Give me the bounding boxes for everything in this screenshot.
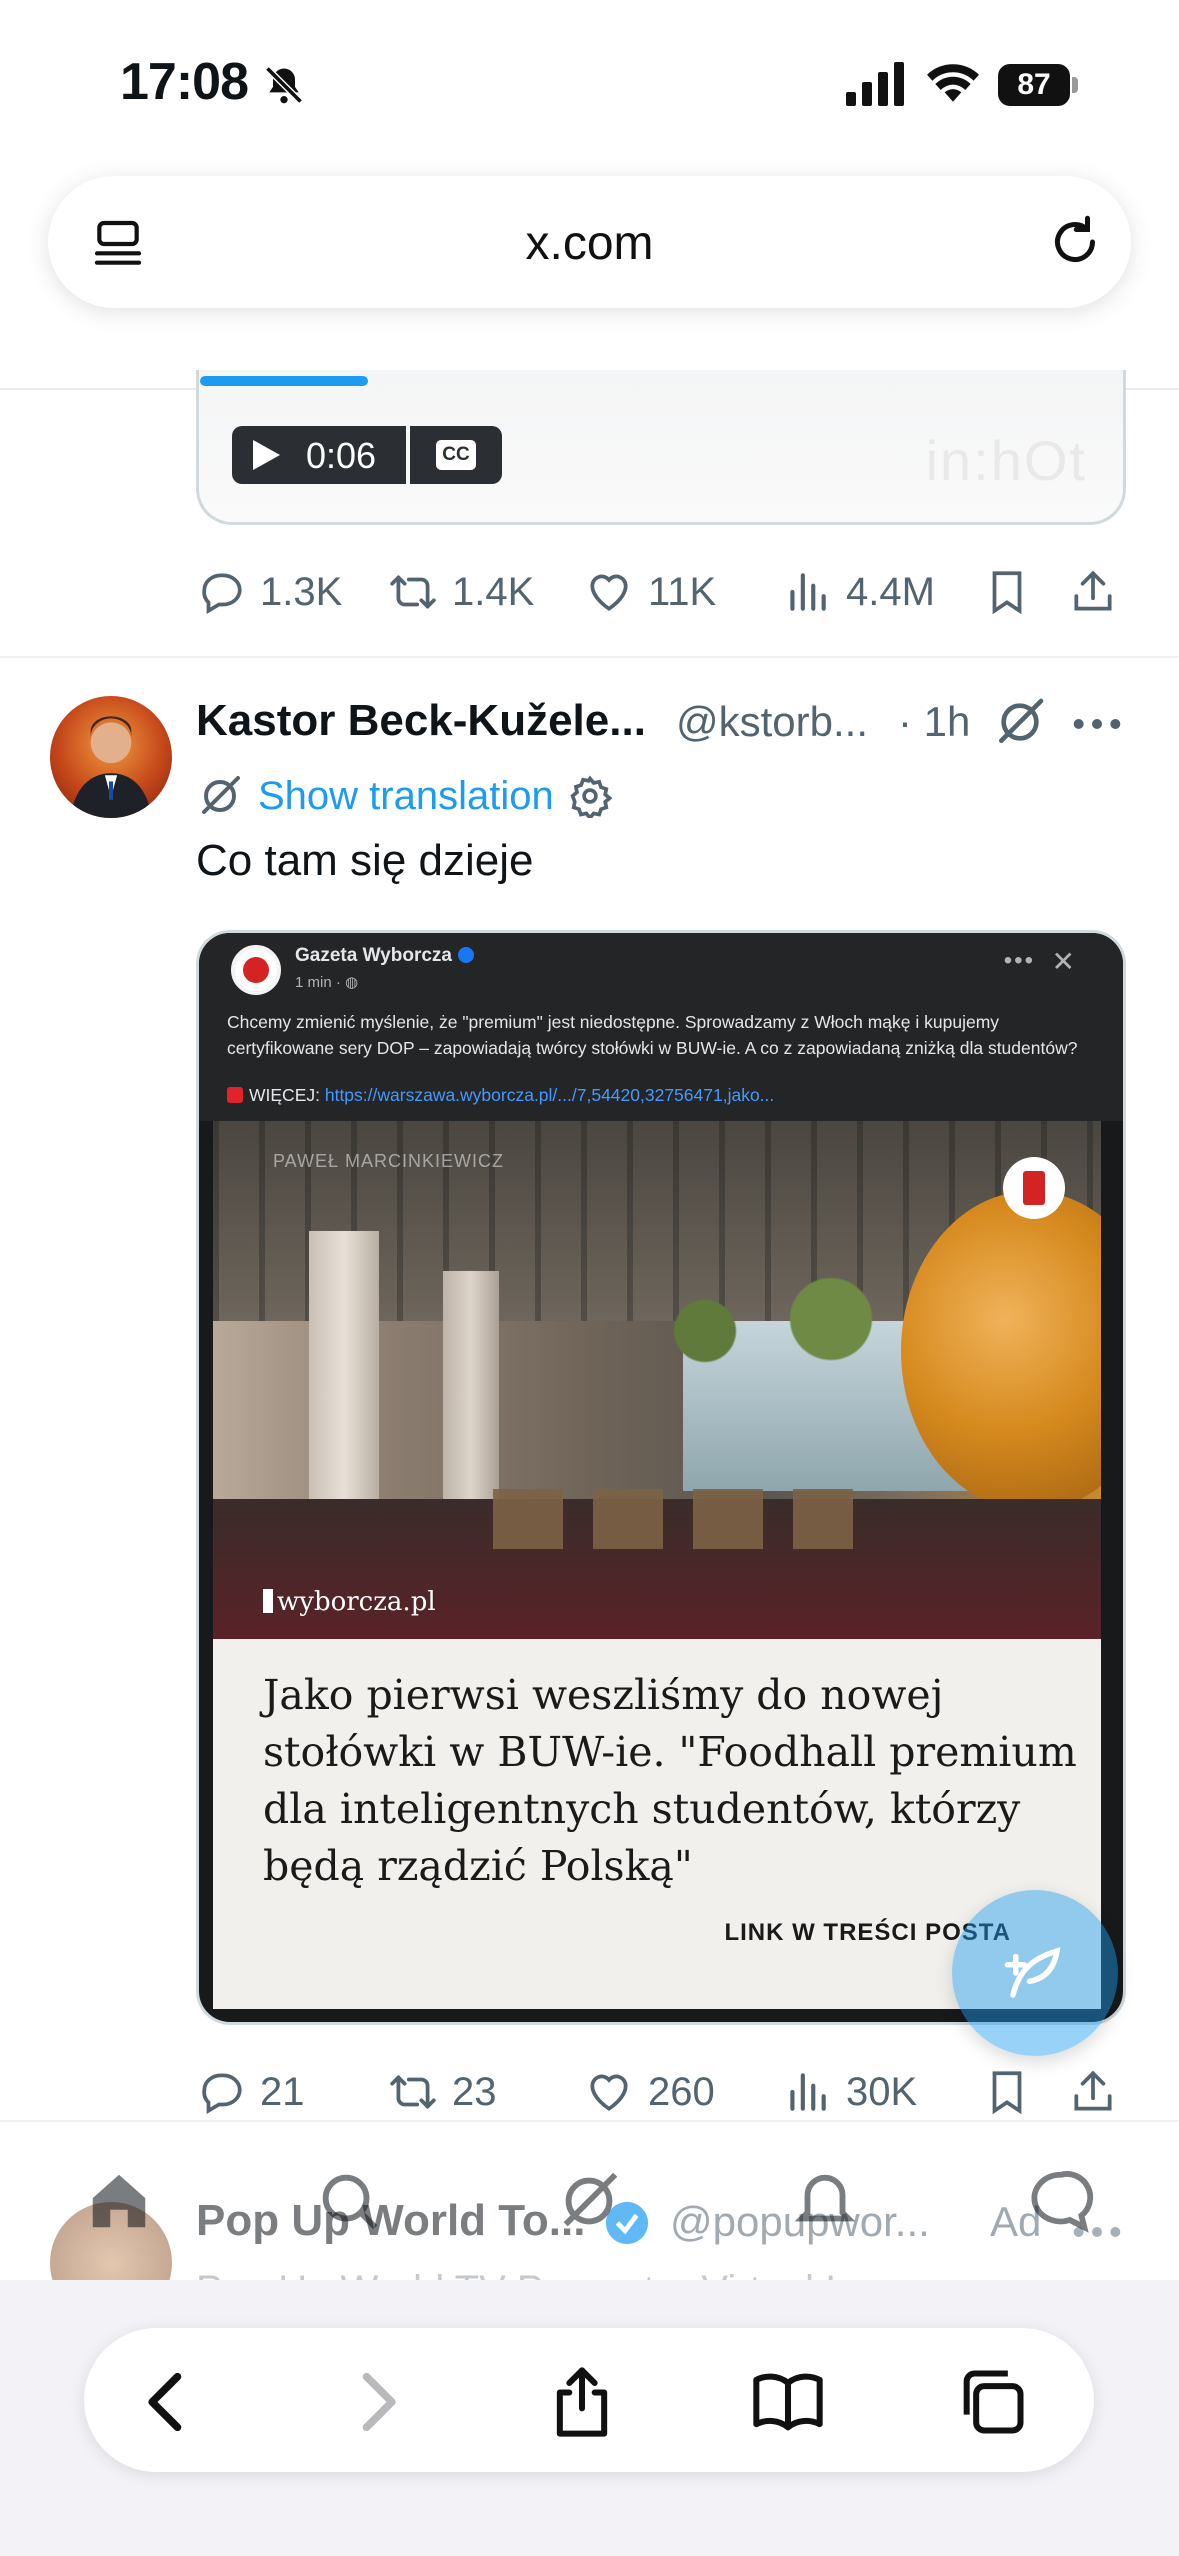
avatar-image bbox=[70, 716, 152, 818]
repost-button[interactable]: 1.4K bbox=[388, 562, 534, 622]
grok-icon[interactable] bbox=[992, 694, 1048, 750]
play-icon bbox=[253, 440, 280, 470]
repost-button[interactable]: 23 bbox=[388, 2062, 497, 2122]
tweet-divider bbox=[0, 2120, 1179, 2122]
reply-icon bbox=[202, 2073, 242, 2115]
bell-off-icon bbox=[265, 66, 303, 104]
reply-count: 21 bbox=[260, 2069, 305, 2114]
safari-toolbar bbox=[0, 2280, 1179, 2556]
gear-icon[interactable] bbox=[568, 774, 612, 818]
bookmark-button[interactable] bbox=[982, 562, 1032, 622]
like-button[interactable]: 260 bbox=[584, 2062, 715, 2122]
embed-link: https://warszawa.wyborcza.pl/.../7,54420… bbox=[324, 1085, 775, 1105]
repost-count: 23 bbox=[452, 2069, 497, 2114]
tweet-actions: 21 23 260 30K bbox=[196, 2062, 1136, 2122]
battery-icon: 87 bbox=[998, 64, 1078, 106]
status-bar: 17:08 87 bbox=[0, 0, 1179, 160]
views-icon bbox=[790, 2073, 826, 2111]
messages-icon[interactable] bbox=[1026, 2166, 1096, 2236]
author-avatar[interactable] bbox=[50, 696, 172, 818]
photo-credit: PAWEŁ MARCINKIEWICZ bbox=[273, 1151, 505, 1171]
show-translation-link[interactable]: Show translation bbox=[258, 774, 554, 819]
tweet-time[interactable]: · 1h bbox=[898, 698, 970, 746]
compose-button[interactable] bbox=[952, 1890, 1118, 2056]
wifi-icon bbox=[927, 64, 979, 102]
video-progress-bar[interactable] bbox=[200, 376, 368, 386]
status-time: 17:08 bbox=[120, 53, 249, 111]
tweet-media[interactable]: Gazeta Wyborcza 1 min · ◍ ••• ✕ Chcemy z… bbox=[196, 930, 1126, 2025]
home-icon[interactable] bbox=[84, 2166, 154, 2236]
repost-count: 1.4K bbox=[452, 569, 535, 614]
views-icon bbox=[790, 573, 826, 611]
reply-button[interactable]: 21 bbox=[196, 2062, 305, 2122]
embed-more-icon: ••• bbox=[1003, 947, 1035, 974]
bookmark-icon bbox=[992, 571, 1022, 615]
tweet-divider bbox=[0, 656, 1179, 658]
compose-icon bbox=[1004, 1947, 1061, 1998]
author-name[interactable]: Kastor Beck-Kužele... bbox=[196, 696, 646, 746]
views-button[interactable]: 30K bbox=[782, 2062, 917, 2122]
battery-level: 87 bbox=[998, 64, 1070, 106]
x-tab-bar bbox=[0, 2160, 1179, 2260]
share-icon bbox=[1074, 2070, 1112, 2111]
battery-tip bbox=[1072, 77, 1078, 93]
share-button[interactable] bbox=[1068, 562, 1118, 622]
signal-icon bbox=[846, 62, 904, 106]
author-handle[interactable]: @kstorb... bbox=[676, 698, 868, 746]
video-time: 0:06 bbox=[306, 435, 377, 476]
verified-icon bbox=[457, 947, 474, 963]
embed-body: Chcemy zmienić myślenie, że "premium" je… bbox=[227, 1012, 1078, 1058]
embed-source-avatar bbox=[231, 945, 281, 995]
search-icon[interactable] bbox=[314, 2166, 384, 2236]
address-bar[interactable]: x.com bbox=[48, 176, 1131, 308]
like-icon bbox=[590, 2074, 628, 2111]
tweet-text: Co tam się dzieje bbox=[196, 836, 534, 885]
video-watermark: in:hOt bbox=[925, 429, 1087, 492]
reload-icon[interactable] bbox=[1045, 212, 1105, 272]
embed-close-icon: ✕ bbox=[1051, 946, 1075, 977]
like-count: 11K bbox=[648, 569, 717, 614]
views-count: 4.4M bbox=[846, 569, 935, 614]
views-count: 30K bbox=[846, 2069, 918, 2114]
embed-photo: PAWEŁ MARCINKIEWICZ wyborcza.pl bbox=[213, 1121, 1101, 1639]
reply-count: 1.3K bbox=[260, 569, 343, 614]
repost-icon bbox=[390, 575, 436, 609]
play-button[interactable]: 0:06 bbox=[232, 426, 406, 484]
repost-icon bbox=[390, 2075, 436, 2109]
url-text[interactable]: x.com bbox=[48, 216, 1131, 271]
translate-row: Show translation bbox=[196, 770, 612, 822]
more-icon[interactable] bbox=[1072, 704, 1122, 744]
notifications-icon[interactable] bbox=[790, 2166, 860, 2236]
previous-tweet-actions: 1.3K 1.4K 11K 4.4M bbox=[196, 562, 1136, 622]
share-sheet-icon[interactable] bbox=[544, 2364, 620, 2440]
bookmarks-icon[interactable] bbox=[750, 2364, 826, 2440]
like-button[interactable]: 11K bbox=[584, 562, 716, 622]
reply-button[interactable]: 1.3K bbox=[196, 562, 342, 622]
wyborcza-badge-icon bbox=[1003, 1157, 1065, 1219]
forward-icon[interactable] bbox=[338, 2364, 414, 2440]
safari-toolbar-pill bbox=[84, 2328, 1094, 2472]
reply-icon bbox=[202, 573, 242, 615]
globe-icon: ◍ bbox=[345, 974, 359, 991]
views-button[interactable]: 4.4M bbox=[782, 562, 935, 622]
red-square-icon bbox=[227, 1087, 243, 1103]
embed-headline: Jako pierwsi weszliśmy do nowej stołówki… bbox=[263, 1671, 1077, 1890]
embed-source-name: Gazeta Wyborcza bbox=[295, 945, 474, 967]
like-icon bbox=[590, 574, 628, 611]
embed-source-meta: 1 min · ◍ bbox=[295, 974, 359, 991]
share-button[interactable] bbox=[1068, 2062, 1118, 2122]
cc-icon: CC bbox=[436, 440, 476, 470]
embed-link-row: WIĘCEJ: https://warszawa.wyborcza.pl/...… bbox=[227, 1085, 774, 1106]
tabs-icon[interactable] bbox=[954, 2364, 1030, 2440]
photo-brand: wyborcza.pl bbox=[263, 1587, 436, 1617]
embed-post-header: Gazeta Wyborcza 1 min · ◍ ••• ✕ Chcemy z… bbox=[199, 933, 1123, 1121]
translate-icon bbox=[202, 776, 240, 814]
bookmark-icon bbox=[992, 2071, 1022, 2115]
like-count: 260 bbox=[648, 2069, 715, 2114]
captions-button[interactable]: CC bbox=[410, 426, 502, 484]
back-icon[interactable] bbox=[130, 2364, 206, 2440]
share-icon bbox=[1074, 570, 1112, 611]
bookmark-button[interactable] bbox=[982, 2062, 1032, 2122]
grok-tab-icon[interactable] bbox=[554, 2166, 624, 2236]
